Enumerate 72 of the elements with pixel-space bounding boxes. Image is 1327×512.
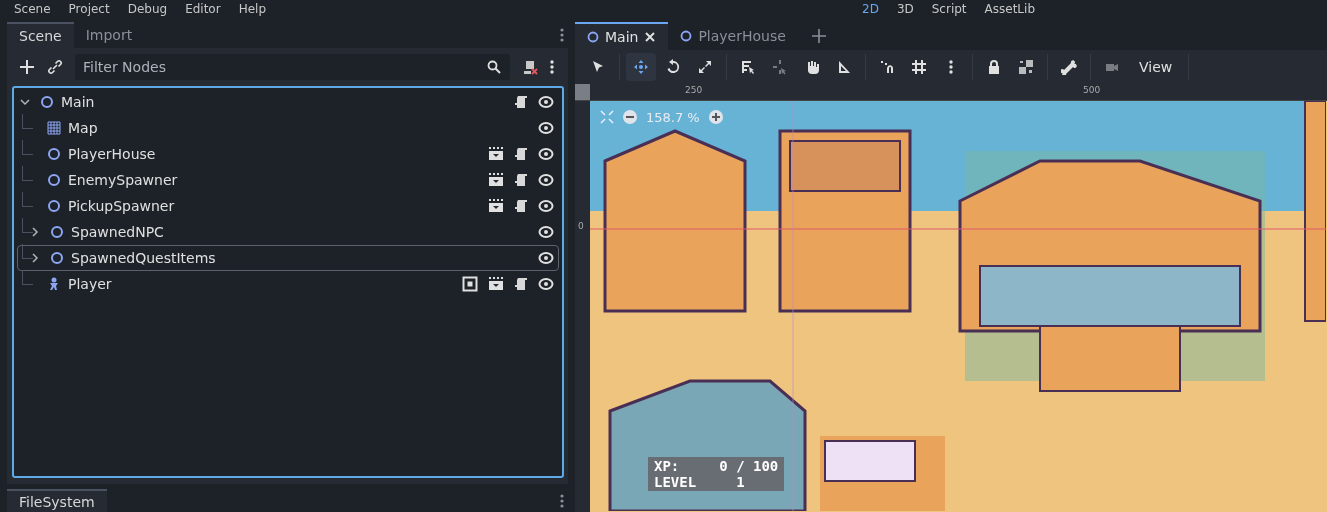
eye-icon[interactable] <box>538 95 554 109</box>
node-icon <box>587 31 599 43</box>
more-icon[interactable] <box>550 59 554 75</box>
group-icon[interactable] <box>462 276 478 292</box>
tree-item[interactable]: SpawnedQuestItems <box>18 246 558 270</box>
ruler-label: 250 <box>685 85 703 95</box>
zoom-out-icon[interactable] <box>622 109 638 125</box>
menu-item[interactable]: Project <box>68 2 110 16</box>
dock-tab[interactable]: Scene <box>7 22 74 48</box>
script-icon[interactable] <box>514 173 528 187</box>
eye-icon[interactable] <box>538 225 554 239</box>
node-icon <box>47 147 61 161</box>
node-icon <box>40 95 54 109</box>
clapperboard-icon[interactable] <box>488 277 504 291</box>
node-icon <box>50 225 64 239</box>
tree-item[interactable]: SpawnedNPC <box>18 220 558 244</box>
eye-icon[interactable] <box>538 121 554 135</box>
tree-item[interactable]: EnemySpawner <box>18 168 558 192</box>
script-icon[interactable] <box>514 95 528 109</box>
level-value: 1 <box>736 474 745 490</box>
workspace-tab[interactable]: 2D <box>862 2 879 16</box>
eye-icon[interactable] <box>538 277 554 291</box>
ruler-label: 0 <box>578 221 584 231</box>
xp-label: XP: <box>654 458 680 474</box>
workspace-tab[interactable]: 3D <box>896 2 914 16</box>
close-icon[interactable] <box>644 31 657 43</box>
tree-item[interactable]: PlayerHouse <box>18 142 558 166</box>
editor-tab[interactable]: PlayerHouse <box>668 22 798 50</box>
link-icon[interactable] <box>47 59 63 75</box>
menu-item[interactable]: Editor <box>185 2 221 16</box>
more-icon[interactable] <box>560 493 564 509</box>
node-icon <box>47 173 61 187</box>
node-icon <box>50 251 64 265</box>
tree-item[interactable]: Main <box>18 90 558 114</box>
ruler-corner <box>575 84 590 100</box>
dock-tab[interactable]: FileSystem <box>7 489 107 512</box>
filter-field[interactable]: Filter Nodes <box>75 54 510 80</box>
eye-icon[interactable] <box>538 173 554 187</box>
search-icon <box>487 60 501 74</box>
node-icon <box>47 199 61 213</box>
script-remove-icon[interactable] <box>522 59 538 75</box>
move-icon[interactable] <box>626 53 656 81</box>
xp-value: 0 / 100 <box>719 458 779 474</box>
tree-item[interactable]: Player <box>18 272 558 296</box>
more-icon[interactable] <box>560 27 564 43</box>
menu-item[interactable]: Help <box>238 2 266 16</box>
add-icon[interactable] <box>19 59 35 75</box>
clapperboard-icon[interactable] <box>488 199 504 213</box>
view-menu[interactable]: View <box>1129 59 1183 75</box>
menu-item[interactable]: Debug <box>127 2 168 16</box>
node-icon <box>680 30 693 42</box>
workspace-tab[interactable]: Script <box>931 2 967 16</box>
script-icon[interactable] <box>514 199 528 213</box>
menu-item[interactable]: Scene <box>14 2 51 16</box>
eye-icon[interactable] <box>538 251 554 265</box>
ruler-label: 500 <box>1083 85 1101 95</box>
tree-item[interactable]: Map <box>18 116 558 140</box>
script-icon[interactable] <box>514 277 528 291</box>
grid-icon <box>47 121 61 135</box>
level-label: LEVEL <box>654 474 697 490</box>
character-icon <box>47 277 61 291</box>
eye-icon[interactable] <box>538 199 554 213</box>
clapperboard-icon[interactable] <box>488 147 504 161</box>
add-tab-icon[interactable] <box>811 29 826 43</box>
editor-tab[interactable]: Main <box>575 22 669 50</box>
dock-tab[interactable]: Import <box>73 22 145 48</box>
script-icon[interactable] <box>514 147 528 161</box>
workspace-tab[interactable]: AssetLib <box>984 2 1035 16</box>
tree-item[interactable]: PickupSpawner <box>18 194 558 218</box>
clapperboard-icon[interactable] <box>488 173 504 187</box>
eye-icon[interactable] <box>538 147 554 161</box>
zoom-in-icon[interactable] <box>707 109 724 125</box>
